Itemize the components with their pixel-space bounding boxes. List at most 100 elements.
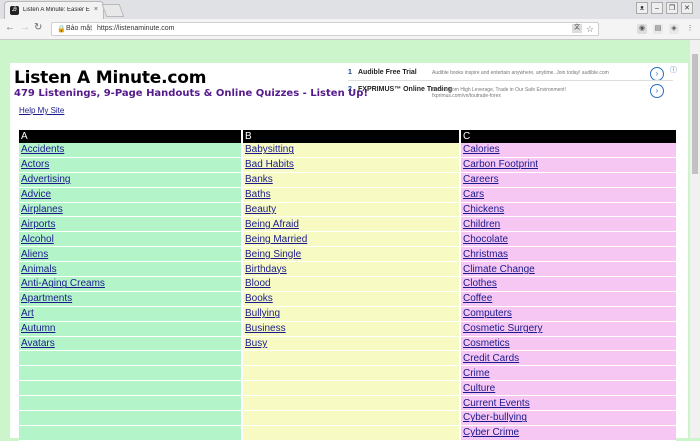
extension-icon[interactable]: ◈: [669, 24, 679, 34]
topic-link[interactable]: Accidents: [21, 144, 64, 155]
table-cell: Coffee: [460, 291, 676, 307]
table-cell: Advice: [19, 187, 243, 203]
tab-close-icon[interactable]: ×: [94, 6, 98, 13]
topic-link[interactable]: Books: [245, 293, 273, 304]
topic-link[interactable]: Culture: [463, 383, 495, 394]
topic-link[interactable]: Advice: [21, 189, 51, 200]
site-content: Listen A Minute.com 479 Listenings, 9-Pa…: [10, 63, 688, 441]
table-cell: [242, 365, 461, 382]
topic-link[interactable]: Being Married: [245, 234, 307, 245]
translate-icon[interactable]: 文: [572, 24, 582, 33]
topic-link[interactable]: Bad Habits: [245, 159, 294, 170]
page-scrollbar[interactable]: [690, 40, 700, 438]
topic-link[interactable]: Christmas: [463, 249, 508, 260]
ad-divider: [348, 80, 673, 81]
url-text: https://listenaminute.com: [97, 25, 175, 32]
topic-link[interactable]: Avatars: [21, 338, 55, 349]
table-cell: Being Afraid: [242, 216, 461, 233]
table-cell: Chocolate: [460, 231, 676, 248]
topic-link[interactable]: Current Events: [463, 398, 530, 409]
table-cell: Children: [460, 216, 676, 233]
table-cell: Culture: [460, 380, 676, 397]
url-field[interactable]: 🔒 Bảo mật | https://listenaminute.com 文 …: [51, 22, 599, 36]
profile-icon[interactable]: ᴥ: [636, 2, 648, 14]
security-label: Bảo mật: [66, 25, 93, 32]
help-my-site-link[interactable]: Help My Site: [19, 106, 64, 115]
topic-link[interactable]: Being Single: [245, 249, 301, 260]
topic-link[interactable]: Apartments: [21, 293, 72, 304]
topic-link[interactable]: Advertising: [21, 174, 70, 185]
topic-link[interactable]: Autumn: [21, 323, 55, 334]
forward-arrow-icon[interactable]: →: [20, 22, 30, 33]
topic-link[interactable]: Bullying: [245, 308, 280, 319]
topic-link[interactable]: Art: [21, 308, 34, 319]
restore-button[interactable]: ❐: [666, 2, 678, 14]
topic-link[interactable]: Beauty: [245, 204, 276, 215]
bookmark-star-icon[interactable]: ☆: [586, 23, 594, 35]
ad-item[interactable]: 2 FXPRIMUS™ Online Trading Benefit from …: [348, 84, 668, 99]
topic-link[interactable]: Baths: [245, 189, 271, 200]
topic-link[interactable]: Cyber-bullying: [463, 412, 527, 423]
extension-icon[interactable]: ▤: [653, 24, 663, 34]
topic-link[interactable]: Actors: [21, 159, 49, 170]
topic-link[interactable]: Calories: [463, 144, 500, 155]
topic-link[interactable]: Computers: [463, 308, 512, 319]
topic-link[interactable]: Business: [245, 323, 286, 334]
topic-link[interactable]: Airports: [21, 219, 55, 230]
ad-description: Audible books inspire and entertain anyw…: [432, 70, 609, 76]
topic-link[interactable]: Climate Change: [463, 264, 535, 275]
table-cell: Autumn: [19, 321, 243, 337]
ad-arrow-icon[interactable]: ›: [650, 84, 664, 98]
topic-link[interactable]: Blood: [245, 278, 271, 289]
minimize-button[interactable]: –: [651, 2, 663, 14]
topic-link[interactable]: Babysitting: [245, 144, 294, 155]
topic-link[interactable]: Cars: [463, 189, 484, 200]
topic-link[interactable]: Aliens: [21, 249, 48, 260]
scrollbar-thumb[interactable]: [692, 54, 698, 174]
topic-link[interactable]: Birthdays: [245, 264, 287, 275]
table-cell: Accidents: [19, 143, 243, 158]
table-cell: Cars: [460, 187, 676, 203]
new-tab-button[interactable]: [101, 4, 125, 17]
table-cell: Blood: [242, 276, 461, 292]
topic-link[interactable]: Clothes: [463, 278, 497, 289]
topic-link[interactable]: Cyber Crime: [463, 427, 519, 438]
extension-icon[interactable]: ◉: [637, 24, 647, 34]
topic-link[interactable]: Alcohol: [21, 234, 54, 245]
topic-link[interactable]: Being Afraid: [245, 219, 299, 230]
ad-info-icon[interactable]: ⓘ: [670, 65, 677, 75]
reload-icon[interactable]: ↻: [34, 22, 42, 33]
ad-arrow-icon[interactable]: ›: [650, 67, 664, 81]
ad-number: 1: [348, 69, 352, 76]
close-window-button[interactable]: ✕: [681, 2, 693, 14]
site-tagline: 479 Listenings, 9-Page Handouts & Online…: [14, 88, 369, 99]
topic-link[interactable]: Chickens: [463, 204, 504, 215]
topic-link[interactable]: Animals: [21, 264, 57, 275]
topic-link[interactable]: Crime: [463, 368, 490, 379]
table-row: Advice Baths Cars: [19, 187, 676, 203]
topic-link[interactable]: Airplanes: [21, 204, 63, 215]
browser-tab[interactable]: Ꭿ Listen A Minute: Easier E ×: [4, 1, 104, 19]
table-cell: Crime: [460, 365, 676, 382]
address-bar-row: ← → ↻ 🔒 Bảo mật | https://listenaminute.…: [0, 19, 700, 40]
topic-link[interactable]: Coffee: [463, 293, 492, 304]
ad-title[interactable]: Audible Free Trial: [358, 69, 417, 76]
topic-link[interactable]: Careers: [463, 174, 499, 185]
topic-link[interactable]: Cosmetics: [463, 338, 510, 349]
topic-link[interactable]: Children: [463, 219, 500, 230]
topic-link[interactable]: Busy: [245, 338, 267, 349]
table-row: Crime: [19, 365, 676, 382]
topic-link[interactable]: Anti-Aging Creams: [21, 278, 105, 289]
topic-link[interactable]: Chocolate: [463, 234, 508, 245]
menu-icon[interactable]: ⋮: [685, 24, 695, 34]
topic-link[interactable]: Banks: [245, 174, 273, 185]
table-cell: Being Single: [242, 246, 461, 263]
table-row: Aliens Being Single Christmas: [19, 246, 676, 263]
topic-link[interactable]: Credit Cards: [463, 353, 519, 364]
page-viewport: Listen A Minute.com 479 Listenings, 9-Pa…: [0, 40, 700, 441]
topic-link[interactable]: Carbon Footprint: [463, 159, 538, 170]
table-cell: Business: [242, 321, 461, 337]
ad-item[interactable]: 1 Audible Free Trial Audible books inspi…: [348, 67, 668, 81]
topic-link[interactable]: Cosmetic Surgery: [463, 323, 542, 334]
back-arrow-icon[interactable]: ←: [5, 22, 15, 33]
